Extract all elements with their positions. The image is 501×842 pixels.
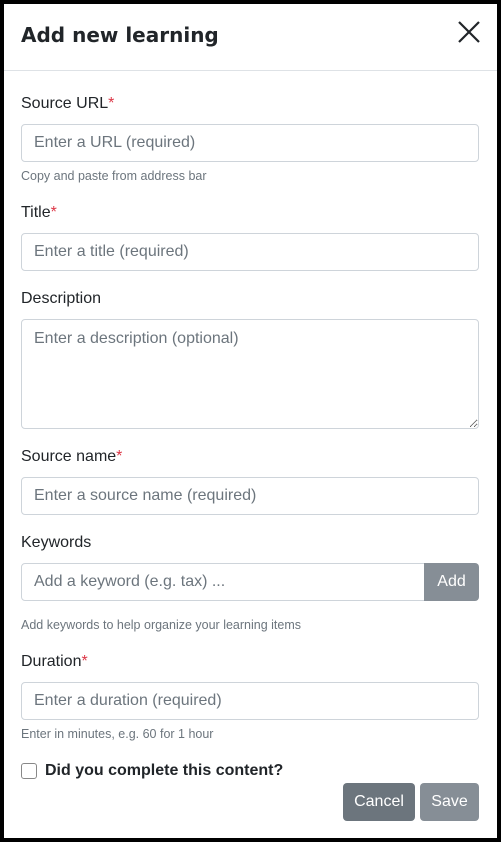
source-url-label: Source URL* — [21, 95, 114, 113]
source-url-input[interactable] — [21, 124, 479, 162]
source-name-label-text: Source name — [21, 448, 117, 465]
modal-header: Add new learning — [4, 4, 497, 71]
duration-label: Duration* — [21, 653, 88, 671]
source-name-label: Source name* — [21, 448, 122, 466]
required-marker: * — [108, 95, 115, 112]
description-textarea[interactable] — [21, 319, 479, 429]
close-button[interactable] — [457, 20, 481, 44]
source-url-help: Copy and paste from address bar — [21, 169, 207, 183]
title-input[interactable] — [21, 233, 479, 271]
cancel-button[interactable]: Cancel — [343, 783, 415, 821]
keywords-label: Keywords — [21, 534, 92, 551]
duration-input[interactable] — [21, 682, 479, 720]
duration-label-text: Duration — [21, 653, 82, 670]
title-label: Title* — [21, 204, 57, 222]
source-url-label-text: Source URL — [21, 95, 109, 112]
duration-help: Enter in minutes, e.g. 60 for 1 hour — [21, 727, 214, 741]
required-marker: * — [81, 653, 88, 670]
keyword-input[interactable] — [21, 563, 425, 601]
add-keyword-button[interactable]: Add — [424, 563, 479, 601]
description-label: Description — [21, 290, 102, 307]
title-label-text: Title — [21, 204, 51, 221]
required-marker: * — [50, 204, 57, 221]
close-icon — [458, 21, 480, 43]
completed-label: Did you complete this content? — [45, 762, 284, 779]
completed-checkbox[interactable] — [21, 763, 37, 779]
required-marker: * — [116, 448, 123, 465]
modal-title: Add new learning — [21, 23, 219, 47]
keywords-help: Add keywords to help organize your learn… — [21, 618, 302, 632]
source-name-input[interactable] — [21, 477, 479, 515]
save-button[interactable]: Save — [420, 783, 479, 821]
add-learning-modal: Add new learning Source URL* Copy and pa… — [4, 4, 497, 838]
completed-row: Did you complete this content? — [21, 762, 283, 780]
